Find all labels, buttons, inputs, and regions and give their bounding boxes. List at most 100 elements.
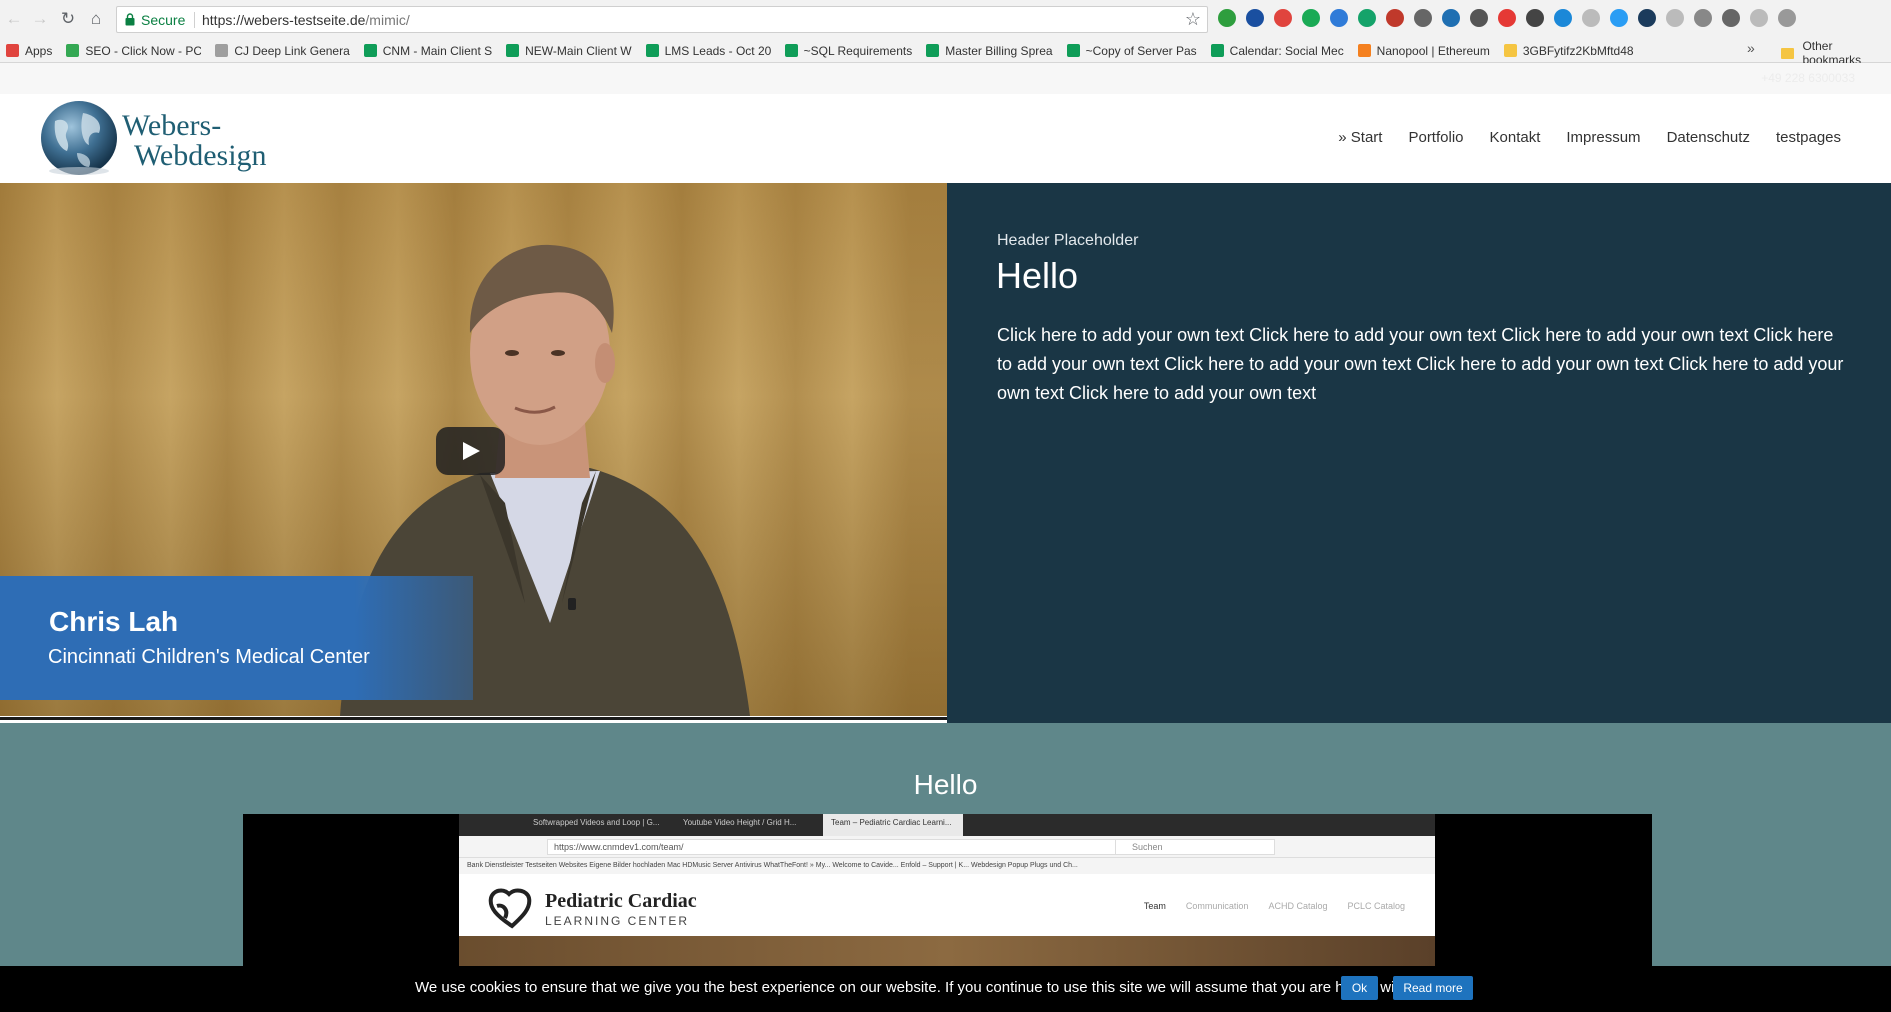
hero-text-column: Header Placeholder Hello Click here to a… <box>947 183 1891 723</box>
extension-icon[interactable] <box>1358 9 1376 27</box>
extension-icon[interactable] <box>1526 9 1544 27</box>
secure-label: Secure <box>141 12 186 28</box>
nav-link[interactable]: Kontakt <box>1490 129 1541 146</box>
extension-icon[interactable] <box>1470 9 1488 27</box>
bookmark-label: Master Billing Sprea <box>945 43 1053 58</box>
topbar-phone: +49 228 6300033 <box>1761 71 1855 85</box>
bookmark-item[interactable]: 3GBFytifz2KbMftd48 <box>1503 43 1634 58</box>
bookmark-item[interactable]: Apps <box>6 44 52 58</box>
hero-paragraph: Click here to add your own text Click he… <box>997 325 1844 403</box>
embedded-logo-line1: Pediatric Cardiac <box>545 890 697 912</box>
bookmark-item[interactable]: SEO - Click Now - PC <box>66 44 201 58</box>
bookmark-icon <box>506 44 520 57</box>
extension-icon[interactable] <box>1638 9 1656 27</box>
extension-icon[interactable] <box>1666 9 1684 27</box>
extension-icon[interactable] <box>1582 9 1600 27</box>
nav-link[interactable]: testpages <box>1776 129 1841 146</box>
embedded-logo-line2: LEARNING CENTER <box>545 914 690 928</box>
bookmarks-bar: Apps SEO - Click Now - PC CJ Deep Link Gen… <box>0 38 1891 63</box>
bookmark-icon <box>1357 44 1371 57</box>
forward-button[interactable]: → <box>30 9 50 29</box>
embedded-nav-item: Communication <box>1185 901 1249 911</box>
embedded-url-bar: https://www.cnmdev1.com/team/ Suchen <box>459 836 1435 858</box>
bookmark-label: NEW-Main Client W <box>525 43 632 58</box>
extension-icon[interactable] <box>1414 9 1432 27</box>
bookmark-label: Nanopool | Ethereum <box>1376 43 1490 58</box>
bookmark-star-icon[interactable]: ☆ <box>1185 9 1201 30</box>
extension-icon[interactable] <box>1778 9 1796 27</box>
cookie-ok-button[interactable]: Ok <box>1341 976 1378 1000</box>
bookmark-item[interactable]: Master Billing Sprea <box>926 43 1053 58</box>
logo-text-line1[interactable]: Webers- <box>122 109 221 143</box>
bookmark-item[interactable]: CJ Deep Link Genera <box>215 43 350 58</box>
lock-icon <box>125 13 135 26</box>
cookie-notice: We use cookies to ensure that we give yo… <box>0 966 1891 1012</box>
extension-icon[interactable] <box>1386 9 1404 27</box>
heart-logo-icon <box>488 888 532 929</box>
embedded-tab-active: Team – Pediatric Cardiac Learni... <box>823 814 963 836</box>
bookmark-label: 3GBFytifz2KbMftd48 <box>1522 43 1634 58</box>
extension-icon[interactable] <box>1610 9 1628 27</box>
hero-heading: Hello <box>996 255 1079 296</box>
embedded-tab-label: Team – Pediatric Cardiac Learni... <box>831 818 952 827</box>
browser-chrome: ← → ↻ ⌂ Secure https://webers-testseite.… <box>0 0 1891 67</box>
extension-icon[interactable] <box>1722 9 1740 27</box>
site-top-bar: +49 228 6300033 <box>0 63 1891 94</box>
url-text[interactable]: https://webers-testseite.de/mimic/ <box>202 12 410 28</box>
extension-icon[interactable] <box>1302 9 1320 27</box>
bookmark-item[interactable]: Nanopool | Ethereum <box>1357 43 1490 58</box>
play-button-icon[interactable] <box>436 427 505 475</box>
nav-link[interactable]: Datenschutz <box>1667 129 1750 146</box>
browser-toolbar: ← → ↻ ⌂ Secure https://webers-testseite.… <box>0 0 1891 38</box>
bookmark-item[interactable]: CNM - Main Client S <box>363 43 493 58</box>
bookmark-label: Apps <box>25 43 53 58</box>
extension-icon[interactable] <box>1498 9 1516 27</box>
bookmark-item[interactable]: ~SQL Requirements <box>784 44 912 58</box>
embedded-nav-item: PCLC Catalog <box>1347 901 1405 911</box>
bookmark-label: LMS Leads - Oct 201 <box>664 43 771 58</box>
logo-text-line2[interactable]: Webdesign <box>134 139 267 173</box>
nav-link[interactable]: Portfolio <box>1408 129 1463 146</box>
back-button[interactable]: ← <box>4 9 24 29</box>
bookmark-label: ~Copy of Server Pas <box>1085 43 1197 58</box>
extension-icon[interactable] <box>1330 9 1348 27</box>
reload-button[interactable]: ↻ <box>58 9 78 29</box>
embedded-nav-item: ACHD Catalog <box>1268 901 1328 911</box>
bookmark-item[interactable]: NEW-Main Client W <box>506 43 632 58</box>
bookmark-item[interactable]: LMS Leads - Oct 201 <box>645 43 771 58</box>
embedded-bookmarks: Bank Dienstleister Testseiten Websites E… <box>459 858 1435 874</box>
video-player[interactable]: Chris Lah Cincinnati Children's Medical … <box>0 183 947 716</box>
extension-icon[interactable] <box>1554 9 1572 27</box>
extension-icon[interactable] <box>1694 9 1712 27</box>
cookie-read-more-button[interactable]: Read more <box>1393 976 1473 1000</box>
embedded-tab-strip: Softwrapped Videos and Loop | G... Youtu… <box>459 814 1435 836</box>
site-header: Webers- Webdesign » Start Portfolio Kontak… <box>0 94 1891 183</box>
hero-video-column: Chris Lah Cincinnati Children's Medical … <box>0 183 947 723</box>
bookmark-item[interactable]: Calendar: Social Mec <box>1210 44 1344 58</box>
extension-icon[interactable] <box>1274 9 1292 27</box>
extension-icon[interactable] <box>1750 9 1768 27</box>
video-bottom-bar <box>0 717 947 720</box>
extension-icon[interactable] <box>1218 9 1236 27</box>
nav-link[interactable]: Impressum <box>1566 129 1640 146</box>
bookmark-label: CJ Deep Link Genera <box>234 43 350 58</box>
speaker-name: Chris Lah <box>49 606 179 637</box>
speaker-organization: Cincinnati Children's Medical Center <box>48 646 370 668</box>
embedded-nav-item: Team <box>1143 901 1166 911</box>
omnibox-divider <box>194 12 195 28</box>
globe-logo-icon[interactable] <box>37 99 121 177</box>
home-button[interactable]: ⌂ <box>86 9 106 29</box>
bookmark-item[interactable]: ~Copy of Server Pas <box>1066 43 1197 58</box>
bookmark-label: SEO - Click Now - PC <box>85 43 202 58</box>
bookmarks-overflow-button[interactable]: » <box>1747 40 1755 56</box>
folder-icon <box>1781 47 1795 59</box>
nav-link[interactable]: » Start <box>1338 129 1382 146</box>
bookmark-label: CNM - Main Client S <box>382 43 493 58</box>
extension-icon[interactable] <box>1246 9 1264 27</box>
bookmark-icon <box>784 44 798 57</box>
bookmark-icon <box>926 44 940 57</box>
extension-icon[interactable] <box>1442 9 1460 27</box>
cookie-text: We use cookies to ensure that we give yo… <box>415 979 1423 996</box>
url-path: /mimic/ <box>365 12 410 28</box>
address-bar[interactable]: Secure https://webers-testseite.de/mimic… <box>116 6 1208 33</box>
